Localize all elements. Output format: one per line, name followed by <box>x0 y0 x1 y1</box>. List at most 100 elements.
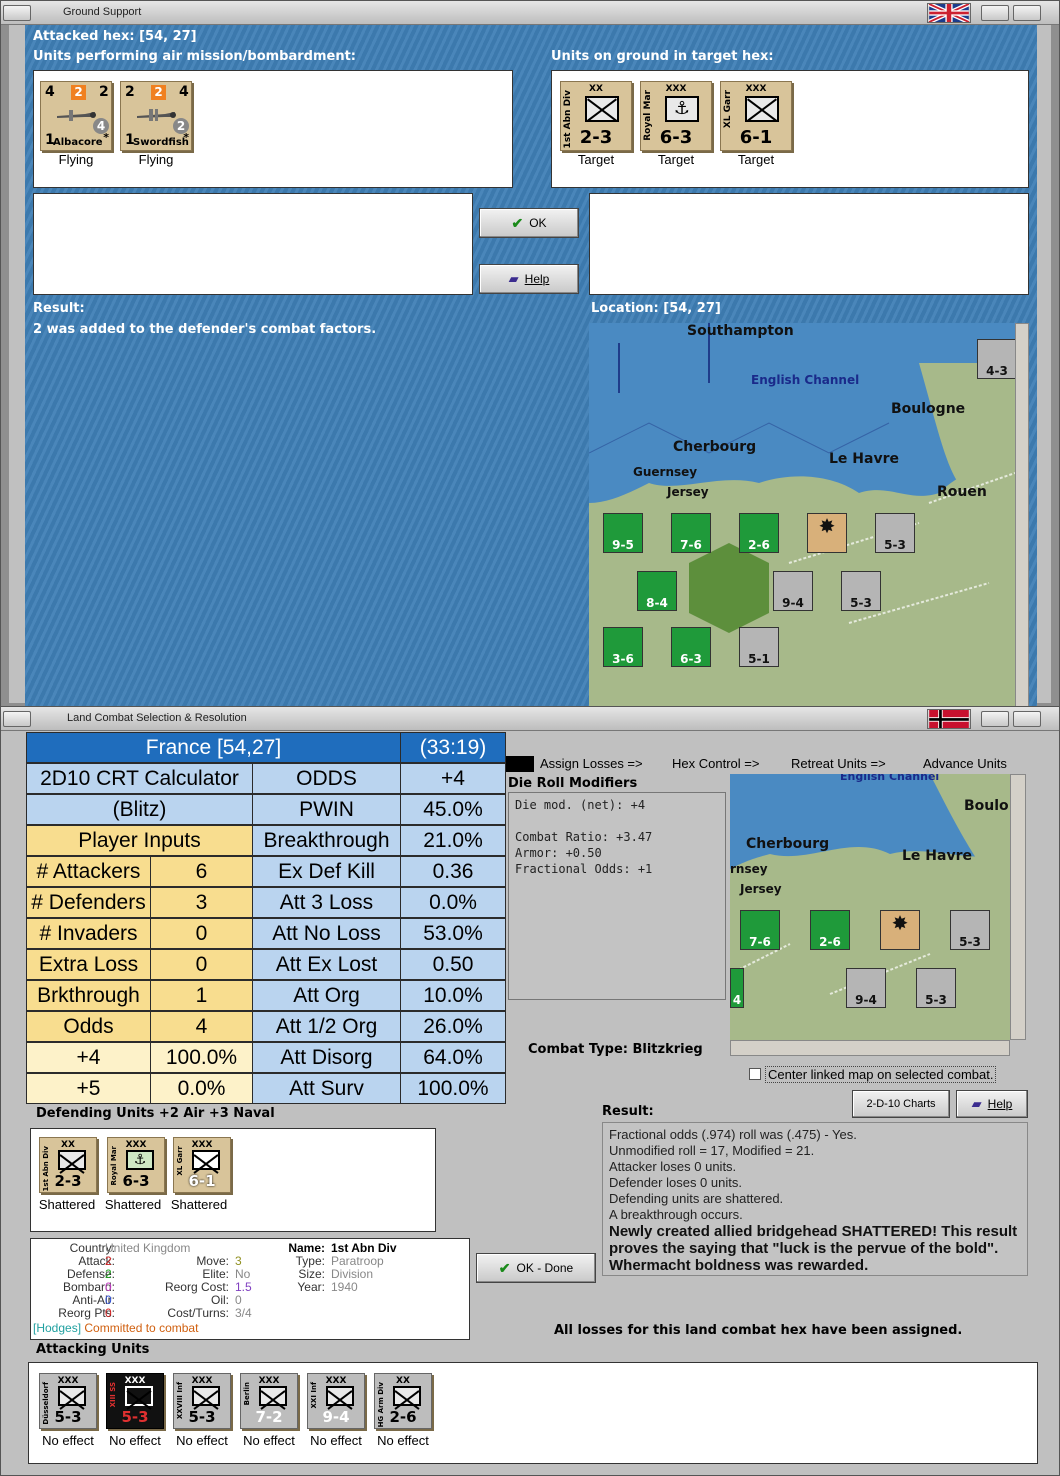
phase-assign-losses[interactable]: Assign Losses => <box>540 756 643 771</box>
selected-combat-hex[interactable]: ✸ <box>807 513 847 553</box>
map-unit[interactable]: 2-6 <box>739 513 779 553</box>
ground-units-label: Units on ground in target hex: <box>551 49 774 64</box>
defending-unit-counter[interactable]: XXX Royal Mar ⚓ 6-3 <box>107 1137 165 1193</box>
map-unit[interactable]: 8-4 <box>637 571 677 611</box>
center-map-checkbox[interactable] <box>749 1068 761 1080</box>
help-button[interactable]: ▰ Help <box>479 264 579 294</box>
ok-button[interactable]: ✔ OK <box>479 208 579 238</box>
aircraft-icon <box>137 109 176 121</box>
map-unit[interactable]: 9-5 <box>603 513 643 553</box>
maximize-button[interactable] <box>1013 5 1041 21</box>
map-place-label: Le Havre <box>829 451 899 467</box>
defending-unit-counter[interactable]: XXX XL Garr 6-1 <box>173 1137 231 1193</box>
map-unit-value: 4 <box>732 993 742 1007</box>
phase-retreat-units[interactable]: Retreat Units => <box>791 756 886 771</box>
minimize-button[interactable] <box>981 5 1009 21</box>
map-unit[interactable]: 4 <box>730 968 744 1008</box>
map-unit[interactable]: 5-1 <box>739 627 779 667</box>
window-title: Ground Support <box>63 6 142 18</box>
attacking-unit-counter[interactable]: XXX XXVIII Inf 5-3 <box>173 1373 231 1429</box>
attacking-unit-counter[interactable]: XXX XIII SS 5-3 <box>106 1373 164 1429</box>
map-unit-value: 5-3 <box>884 538 906 552</box>
paratroop-symbol-icon <box>585 96 619 122</box>
linked-mini-map[interactable]: English Channel Boulo Cherbourg Le Havre… <box>730 774 1010 1040</box>
mini-map-vertical-scrollbar[interactable] <box>1010 774 1026 1040</box>
crt-result-label: Att Surv <box>252 1073 401 1104</box>
crt-input-label: +4 <box>26 1042 151 1073</box>
map-unit[interactable]: 5-3 <box>841 571 881 611</box>
air-units-label: Units performing air mission/bombardment… <box>33 49 357 64</box>
ground-unit-counter[interactable]: XX 1st Abn Div 2-3 <box>560 81 632 151</box>
attacking-units-label: Attacking Units <box>36 1342 150 1357</box>
attacking-unit-counter[interactable]: XX HG Arm Div 2-6 <box>374 1373 432 1429</box>
selected-combat-hex[interactable]: ✸ <box>880 910 920 950</box>
map-place-label: Jersey <box>667 485 709 499</box>
crt-result-value: 53.0% <box>400 918 506 949</box>
air-unit-status: Flying <box>138 152 174 167</box>
combat-type-label: Combat Type: Blitzkrieg <box>528 1042 703 1057</box>
minimize-button[interactable] <box>981 711 1009 727</box>
map-unit[interactable]: 9-4 <box>846 968 886 1008</box>
map-unit[interactable]: 5-3 <box>950 910 990 950</box>
ground-unit-counter[interactable]: XXX Royal Mar ⚓ 6-3 <box>640 81 712 151</box>
attacking-unit-counter[interactable]: XXX Düsseldorf 5-3 <box>39 1373 97 1429</box>
ground-unit-counter[interactable]: XXX XL Garr 6-1 <box>720 81 792 151</box>
help-book-icon: ▰ <box>971 1096 982 1111</box>
map-unit[interactable]: 2-6 <box>810 910 850 950</box>
air-unit-counter[interactable]: 2 2 4 2 1 Swordfish * <box>120 81 192 151</box>
crt-result-value: 45.0% <box>400 794 506 825</box>
air-unit-star: * <box>183 131 189 144</box>
maximize-button[interactable] <box>1013 711 1041 727</box>
combat-help-button[interactable]: ▰ Help <box>956 1090 1028 1118</box>
map-unit[interactable]: 4-3 <box>977 339 1015 379</box>
ground-support-window: Ground Support Attacked hex: [54, 27] Un… <box>0 0 1060 709</box>
info-attack: 2 <box>105 1254 112 1268</box>
window-menu-icon[interactable] <box>3 711 31 727</box>
crt-input-label: Brkthrough <box>26 980 151 1011</box>
map-unit[interactable]: 9-4 <box>773 571 813 611</box>
crt-result-label: PWIN <box>252 794 401 825</box>
map-unit[interactable]: 3-6 <box>603 627 643 667</box>
attacking-unit-counter[interactable]: XXX Berlin 7-2 <box>240 1373 298 1429</box>
mini-map-horizontal-scrollbar[interactable] <box>730 1040 1010 1056</box>
window-menu-icon[interactable] <box>3 5 31 21</box>
map-vertical-scrollbar[interactable] <box>1015 323 1029 707</box>
phase-hex-control[interactable]: Hex Control => <box>672 756 759 771</box>
ok-done-button[interactable]: ✔ OK - Done <box>476 1253 596 1283</box>
crt-result-label: Att Ex Lost <box>252 949 401 980</box>
marine-anchor-icon: ⚓ <box>126 1150 154 1170</box>
checkmark-icon: ✔ <box>511 214 524 231</box>
unit-strength: 6-1 <box>188 1172 216 1190</box>
crt-input-label: +5 <box>26 1073 151 1104</box>
attacking-unit-status: No effect <box>377 1433 429 1448</box>
map-unit[interactable]: 6-3 <box>671 627 711 667</box>
location-map[interactable]: Southampton English Channel Boulogne Che… <box>589 323 1015 707</box>
result-line: Fractional odds (.974) roll was (.475) -… <box>609 1127 857 1142</box>
map-unit[interactable]: 7-6 <box>671 513 711 553</box>
defending-unit-counter[interactable]: XX 1st Abn Div 2-3 <box>39 1137 97 1193</box>
crt-input-value: 100.0% <box>150 1042 253 1073</box>
unit-strength: 2-6 <box>389 1408 417 1426</box>
ground-unit-status: Target <box>577 152 615 167</box>
phase-advance-units[interactable]: Advance Units <box>923 756 1007 771</box>
map-unit[interactable]: 5-3 <box>875 513 915 553</box>
info-elite-label: Elite: <box>202 1267 229 1281</box>
unit-designation: XIII SS <box>109 1382 117 1408</box>
crt-charts-button[interactable]: 2-D-10 Charts <box>852 1090 950 1118</box>
map-unit-value: 5-1 <box>748 652 770 666</box>
commander-name: [Hodges] <box>33 1321 82 1335</box>
paratroop-symbol-icon <box>58 1150 86 1170</box>
map-unit-value: 8-4 <box>646 596 668 610</box>
attacking-unit-counter[interactable]: XXX XXI Inf 9-4 <box>307 1373 365 1429</box>
map-unit-value: 5-3 <box>959 935 981 949</box>
map-unit[interactable]: 7-6 <box>740 910 780 950</box>
explosion-icon: ✸ <box>818 514 836 538</box>
info-type-label: Type: <box>295 1254 325 1268</box>
crt-result-value: 64.0% <box>400 1042 506 1073</box>
info-cost-label: Cost/Turns: <box>167 1306 229 1320</box>
crt-result-value: 0.0% <box>400 887 506 918</box>
map-unit-value: 5-3 <box>850 596 872 610</box>
unit-strength: 2-3 <box>54 1172 82 1190</box>
air-unit-counter[interactable]: 4 2 2 4 1 Albacore * <box>40 81 112 151</box>
map-unit[interactable]: 5-3 <box>916 968 956 1008</box>
